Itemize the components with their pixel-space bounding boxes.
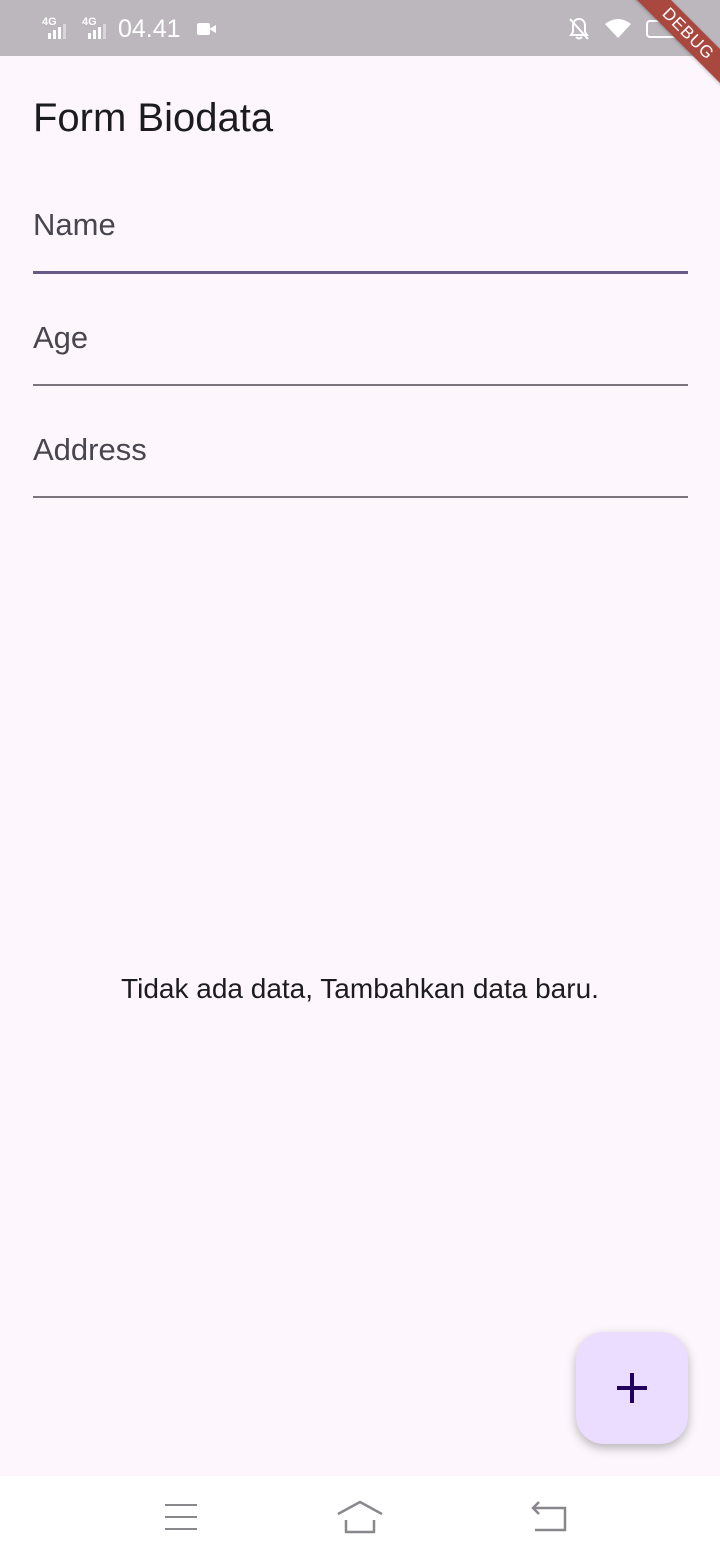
add-button[interactable] bbox=[576, 1332, 688, 1444]
status-time: 04.41 bbox=[118, 15, 181, 43]
age-field-underline bbox=[33, 384, 688, 386]
address-field[interactable]: Address bbox=[33, 430, 688, 498]
status-bar: 4G 4G 04.41 bbox=[0, 0, 720, 56]
system-navigation-bar bbox=[0, 1476, 720, 1560]
signal-icon: 4G bbox=[82, 17, 112, 41]
address-field-underline bbox=[33, 496, 688, 498]
age-field[interactable]: Age bbox=[33, 318, 688, 386]
video-camera-icon bbox=[196, 22, 217, 36]
menu-icon[interactable] bbox=[159, 1498, 203, 1538]
notifications-off-icon bbox=[569, 17, 589, 40]
wifi-icon bbox=[605, 19, 631, 38]
home-icon[interactable] bbox=[336, 1498, 383, 1538]
page-title: Form Biodata bbox=[33, 96, 274, 140]
empty-state-message: Tidak ada data, Tambahkan data baru. bbox=[121, 973, 599, 1004]
name-field-underline bbox=[33, 271, 688, 274]
add-icon bbox=[617, 1373, 647, 1403]
signal-icon: 4G bbox=[42, 17, 72, 41]
back-icon[interactable] bbox=[527, 1498, 571, 1538]
status-left: 4G 4G 04.41 bbox=[42, 14, 217, 44]
name-field[interactable]: Name bbox=[33, 205, 688, 274]
